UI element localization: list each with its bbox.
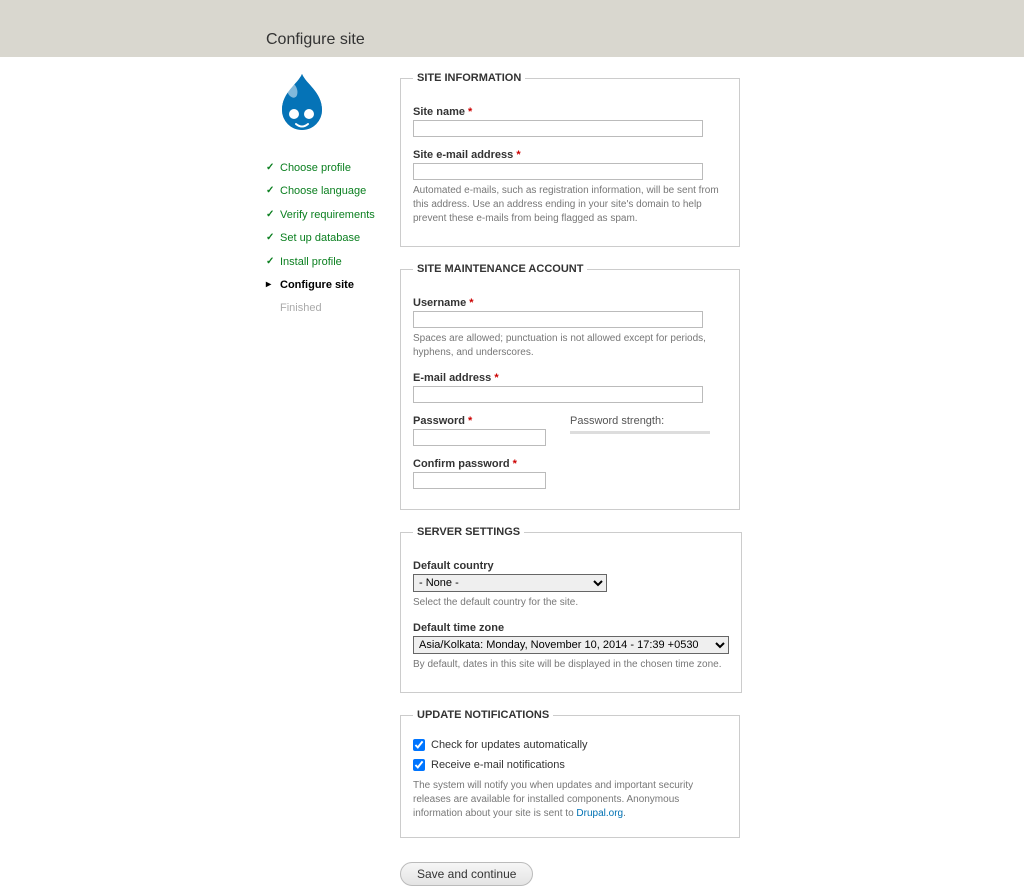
step-verify-requirements: Verify requirements xyxy=(266,204,390,227)
drupal-logo xyxy=(266,72,390,137)
drupal-org-link[interactable]: Drupal.org xyxy=(576,808,623,819)
maint-email-label: E-mail address * xyxy=(413,372,727,384)
timezone-desc: By default, dates in this site will be d… xyxy=(413,658,729,672)
main-form: SITE INFORMATION Site name * Site e-mail… xyxy=(390,72,740,886)
username-input[interactable] xyxy=(413,311,703,328)
sidebar: Choose profile Choose language Verify re… xyxy=(250,72,390,886)
fieldset-maintenance-account: SITE MAINTENANCE ACCOUNT Username * Spac… xyxy=(400,263,740,510)
timezone-label: Default time zone xyxy=(413,622,729,634)
receive-email-checkbox[interactable] xyxy=(413,759,425,771)
site-email-label: Site e-mail address * xyxy=(413,149,727,161)
password-label: Password * xyxy=(413,415,546,427)
country-desc: Select the default country for the site. xyxy=(413,596,729,610)
fieldset-site-information: SITE INFORMATION Site name * Site e-mail… xyxy=(400,72,740,247)
step-choose-language: Choose language xyxy=(266,180,390,203)
site-email-desc: Automated e-mails, such as registration … xyxy=(413,184,727,226)
password-strength-bar xyxy=(570,431,710,434)
password-input[interactable] xyxy=(413,429,546,446)
password-strength-label: Password strength: xyxy=(570,415,710,427)
country-select[interactable]: - None - xyxy=(413,574,607,592)
fieldset-server-settings: SERVER SETTINGS Default country - None -… xyxy=(400,526,742,693)
site-name-input[interactable] xyxy=(413,120,703,137)
install-steps: Choose profile Choose language Verify re… xyxy=(266,157,390,321)
legend-server-settings: SERVER SETTINGS xyxy=(413,526,524,538)
top-bar xyxy=(0,0,1024,31)
step-install-profile: Install profile xyxy=(266,251,390,274)
step-finished: Finished xyxy=(266,297,390,320)
username-label: Username * xyxy=(413,297,727,309)
legend-update-notifications: UPDATE NOTIFICATIONS xyxy=(413,709,553,721)
maint-email-input[interactable] xyxy=(413,386,703,403)
username-desc: Spaces are allowed; punctuation is not a… xyxy=(413,332,727,360)
fieldset-update-notifications: UPDATE NOTIFICATIONS Check for updates a… xyxy=(400,709,740,838)
country-label: Default country xyxy=(413,560,729,572)
confirm-password-label: Confirm password * xyxy=(413,458,727,470)
page-title: Configure site xyxy=(0,31,1024,49)
page-title-bar: Configure site xyxy=(0,31,1024,57)
update-notifications-desc: The system will notify you when updates … xyxy=(413,779,727,821)
receive-email-label: Receive e-mail notifications xyxy=(431,759,565,771)
legend-site-information: SITE INFORMATION xyxy=(413,72,525,84)
site-name-label: Site name * xyxy=(413,106,727,118)
site-email-input[interactable] xyxy=(413,163,703,180)
step-set-up-database: Set up database xyxy=(266,227,390,250)
save-and-continue-button[interactable]: Save and continue xyxy=(400,862,533,886)
drupal-drop-icon xyxy=(274,72,330,134)
step-choose-profile: Choose profile xyxy=(266,157,390,180)
timezone-select[interactable]: Asia/Kolkata: Monday, November 10, 2014 … xyxy=(413,636,729,654)
check-updates-checkbox[interactable] xyxy=(413,739,425,751)
legend-maintenance-account: SITE MAINTENANCE ACCOUNT xyxy=(413,263,587,275)
check-updates-label: Check for updates automatically xyxy=(431,739,588,751)
step-configure-site: Configure site xyxy=(266,274,390,297)
confirm-password-input[interactable] xyxy=(413,472,546,489)
